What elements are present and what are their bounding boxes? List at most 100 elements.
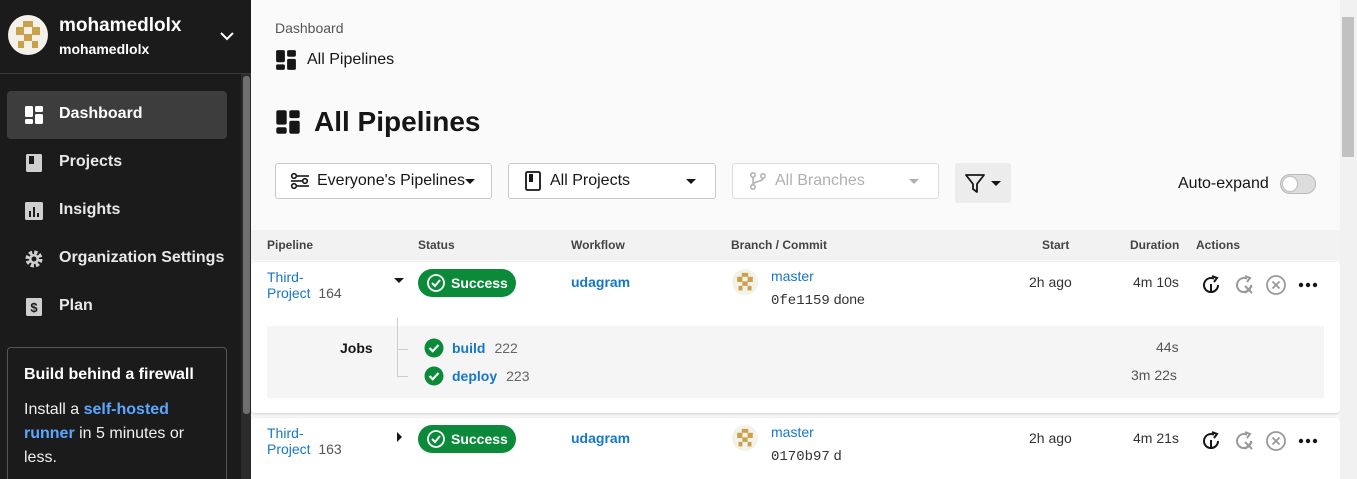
more-options-icon[interactable] <box>1297 274 1319 296</box>
funnel-icon <box>965 174 985 193</box>
col-workflow: Workflow <box>571 238 625 252</box>
bar-chart-icon <box>25 202 43 220</box>
pipeline-number: 164 <box>318 285 342 301</box>
sliders-icon <box>290 172 309 190</box>
dashboard-icon <box>276 50 296 70</box>
sidebar-item-insights[interactable]: Insights <box>7 187 227 235</box>
job-name[interactable]: deploy <box>452 368 497 384</box>
col-status: Status <box>418 238 455 252</box>
rerun-icon[interactable] <box>1200 430 1222 452</box>
rerun-failed-icon[interactable] <box>1233 274 1255 296</box>
commit-info[interactable]: 0170b97 d <box>771 447 842 465</box>
job-number: 223 <box>506 368 530 384</box>
cancel-icon[interactable] <box>1265 274 1287 296</box>
project-name-line1: Third- <box>267 425 304 441</box>
branch-link[interactable]: master <box>771 268 814 284</box>
start-time: 2h ago <box>1029 274 1072 290</box>
sidebar-item-dashboard[interactable]: Dashboard <box>7 91 227 139</box>
commit-sha: 0fe1159 <box>771 293 830 309</box>
job-duration: 3m 22s <box>1131 367 1177 383</box>
job-duration: 44s <box>1156 339 1179 355</box>
author-avatar <box>732 269 758 295</box>
pipelines-filter-select[interactable]: Everyone's Pipelines <box>275 163 492 199</box>
chevron-down-icon[interactable] <box>218 27 236 45</box>
caret-down-icon <box>991 181 1001 186</box>
project-name-line2: Project <box>267 285 311 301</box>
sidebar-nav: Dashboard Projects Insights Organization… <box>7 91 227 331</box>
status-badge[interactable]: Success <box>418 269 516 297</box>
projects-filter-select[interactable]: All Projects <box>508 163 716 199</box>
pipelines-filter-value: Everyone's Pipelines <box>317 172 466 189</box>
col-pipeline: Pipeline <box>267 238 314 252</box>
dashboard-icon <box>276 110 300 134</box>
job-item[interactable]: build 222 <box>424 338 518 358</box>
promo-title: Build behind a firewall <box>24 366 194 383</box>
auto-expand-toggle[interactable] <box>1280 174 1316 194</box>
svg-text:$: $ <box>30 300 38 315</box>
sidebar-item-label: Dashboard <box>59 105 143 122</box>
jobs-label: Jobs <box>340 340 373 356</box>
jobs-tree-lines <box>397 318 409 377</box>
table-row: Third- Project 163 Success udagram maste… <box>251 418 1340 479</box>
pipeline-project-link[interactable]: Third- Project 164 <box>267 269 342 301</box>
workflow-link[interactable]: udagram <box>571 430 630 446</box>
caret-down-icon <box>686 179 696 184</box>
pipeline-project-link[interactable]: Third- Project 163 <box>267 425 342 457</box>
page-scrollbar[interactable] <box>1340 0 1357 479</box>
promo-text: Install a self-hosted runner in 5 minute… <box>24 398 210 470</box>
collapse-caret-icon[interactable] <box>394 278 404 283</box>
dashboard-icon <box>25 106 43 124</box>
pipeline-number: 163 <box>318 441 342 457</box>
job-name[interactable]: build <box>452 340 485 356</box>
project-name-line2: Project <box>267 441 311 457</box>
branches-filter-select[interactable]: All Branches <box>732 163 939 199</box>
firewall-promo: Build behind a firewall Install a self-h… <box>7 347 227 479</box>
breadcrumb[interactable]: Dashboard <box>275 20 344 36</box>
advanced-filter-button[interactable] <box>955 163 1011 203</box>
sidebar-item-label: Insights <box>59 201 121 218</box>
commit-sha: 0170b97 <box>771 449 830 465</box>
check-circle-icon <box>424 366 444 386</box>
col-branch-commit: Branch / Commit <box>731 238 828 252</box>
jobs-panel: Jobs build 222 deploy 223 44s 3m 22s <box>267 318 1324 398</box>
caret-down-icon <box>909 179 919 184</box>
rerun-icon[interactable] <box>1200 274 1222 296</box>
promo-text-pre: Install a <box>24 401 84 418</box>
workflow-link[interactable]: udagram <box>571 274 630 290</box>
git-branch-icon <box>750 172 766 190</box>
toggle-knob <box>1283 177 1297 191</box>
author-avatar <box>732 425 758 451</box>
book-icon <box>525 171 541 191</box>
col-actions: Actions <box>1196 238 1241 252</box>
check-circle-icon <box>427 430 445 448</box>
expand-caret-icon[interactable] <box>397 432 402 442</box>
commit-info[interactable]: 0fe1159 done <box>771 291 865 309</box>
sidebar: mohamedlolx mohamedlolx Dashboard Projec… <box>0 0 251 479</box>
sidebar-item-plan[interactable]: $ Plan <box>7 283 227 331</box>
sidebar-scrollbar-thumb[interactable] <box>243 76 250 414</box>
org-username: mohamedlolx <box>59 41 150 57</box>
dollar-icon: $ <box>26 298 42 316</box>
page-scrollbar-thumb[interactable] <box>1342 17 1354 157</box>
caret-down-icon <box>465 179 475 184</box>
job-item[interactable]: deploy 223 <box>424 366 529 386</box>
cancel-icon[interactable] <box>1265 430 1287 452</box>
status-label: Success <box>451 431 508 447</box>
breadcrumb-current-label: All Pipelines <box>307 51 395 68</box>
breadcrumb-current: All Pipelines <box>275 49 394 71</box>
org-name: mohamedlolx <box>59 15 182 36</box>
page-title-label: All Pipelines <box>314 106 481 137</box>
projects-filter-value: All Projects <box>550 172 631 189</box>
project-name-line1: Third- <box>267 269 304 285</box>
more-options-icon[interactable] <box>1297 430 1319 452</box>
start-time: 2h ago <box>1029 430 1072 446</box>
sidebar-item-organization-settings[interactable]: Organization Settings <box>7 235 227 283</box>
org-switcher[interactable]: mohamedlolx mohamedlolx <box>0 0 251 74</box>
status-badge[interactable]: Success <box>418 425 516 453</box>
commit-message: done <box>833 291 865 307</box>
auto-expand-label: Auto-expand <box>1178 175 1269 192</box>
branch-link[interactable]: master <box>771 424 814 440</box>
rerun-failed-icon[interactable] <box>1233 430 1255 452</box>
org-avatar <box>8 15 48 55</box>
sidebar-item-projects[interactable]: Projects <box>7 139 227 187</box>
